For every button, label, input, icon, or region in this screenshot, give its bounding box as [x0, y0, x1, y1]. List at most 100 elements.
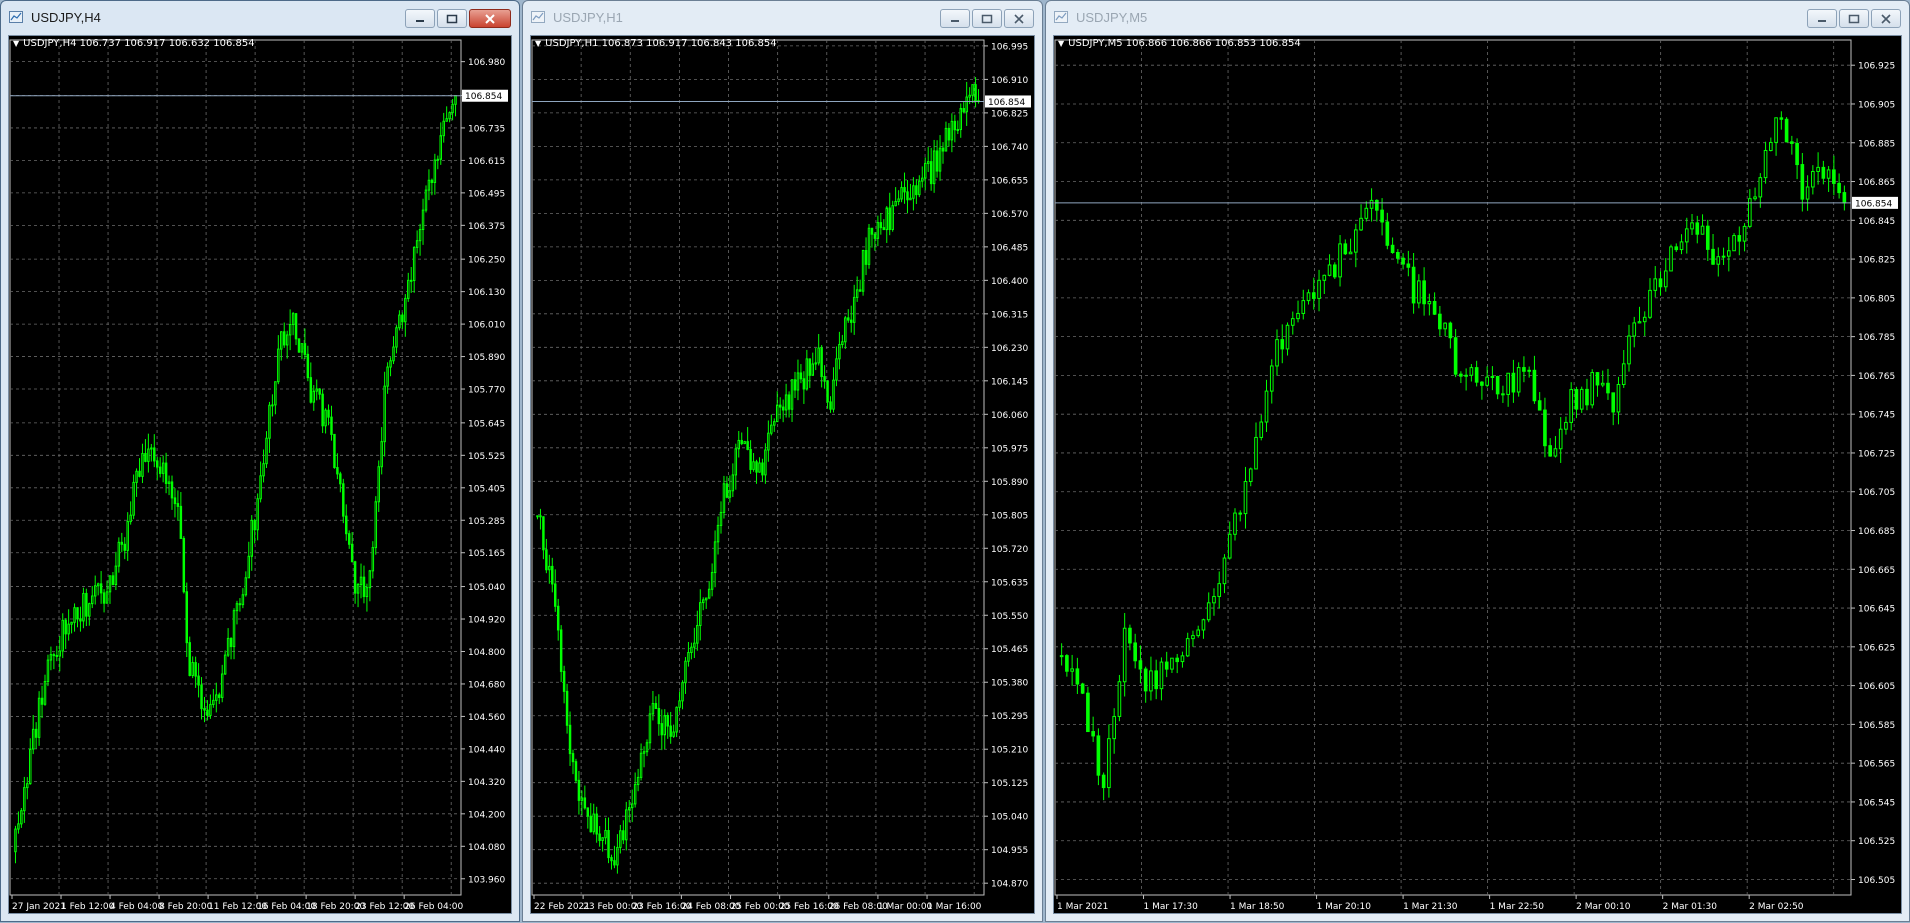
candle-body	[229, 637, 233, 648]
candle-body	[105, 591, 109, 604]
candle-body	[1285, 324, 1290, 350]
candle-body	[73, 607, 76, 623]
candle-body	[1674, 246, 1679, 251]
chart-window-usdjpy-m5[interactable]: USDJPY,M5 106.925 106.905 106.885 106.865 10…	[1045, 0, 1910, 922]
candle-body	[421, 209, 425, 231]
candle-body	[725, 483, 729, 498]
candle-body	[548, 565, 551, 571]
window-titlebar[interactable]: USDJPY,H4	[1, 1, 519, 35]
candle-body	[212, 699, 215, 705]
candle-body	[1159, 661, 1164, 690]
chart-icon	[1054, 11, 1068, 23]
candle-body	[1080, 683, 1085, 694]
candle-body	[17, 823, 20, 830]
bid-price-label: 106.854	[1855, 199, 1892, 209]
y-tick-label: 105.125	[991, 779, 1028, 789]
candle-body	[342, 483, 345, 517]
candle-body	[767, 432, 770, 451]
maximize-button[interactable]	[972, 9, 1002, 28]
window-titlebar[interactable]: USDJPY,M5	[1046, 1, 1909, 35]
minimize-button[interactable]	[405, 9, 435, 28]
candle-body	[734, 448, 738, 476]
candle-body	[215, 694, 218, 701]
candle-body	[218, 694, 221, 698]
candle-body	[1763, 149, 1768, 179]
candle-body	[651, 703, 655, 715]
candle-body	[1348, 251, 1353, 255]
candle-body	[1527, 369, 1531, 372]
candle-body	[339, 473, 342, 485]
chart-window-usdjpy-h1[interactable]: USDJPY,H1 106.995 106.910 106.825 106.740 10…	[522, 0, 1043, 922]
candle-body	[436, 158, 440, 161]
dropdown-triangle-icon[interactable]: ▼	[535, 39, 541, 48]
candle-body	[1070, 668, 1074, 672]
candlestick-chart[interactable]: 106.925 106.905 106.885 106.865 106.845 106.8…	[1054, 36, 1901, 913]
candlestick-chart[interactable]: 106.995 106.910 106.825 106.740 106.655 106.5…	[531, 36, 1034, 913]
plot-frame	[531, 39, 985, 896]
candle-body	[1149, 670, 1153, 692]
candle-body	[454, 95, 457, 105]
maximize-button[interactable]	[437, 9, 467, 28]
y-tick-label: 103.960	[468, 875, 505, 885]
candle-body	[696, 624, 699, 644]
candle-body	[365, 587, 369, 598]
close-button[interactable]	[469, 9, 511, 28]
candle-body	[595, 813, 598, 835]
minimize-button[interactable]	[1807, 9, 1837, 28]
chart-header: ▼ USDJPY,H1 106.873 106.917 106.843 106.8…	[535, 38, 777, 49]
candle-body	[1385, 221, 1390, 246]
candle-body	[185, 591, 189, 644]
candle-body	[571, 753, 575, 763]
candle-body	[1290, 318, 1295, 326]
candle-body	[1832, 169, 1836, 184]
candle-body	[953, 120, 957, 131]
price-chart[interactable]: 106.980106.855106.735106.615106.495106.3…	[8, 35, 512, 914]
candle-body	[244, 577, 248, 596]
dropdown-triangle-icon[interactable]: ▼	[13, 39, 19, 48]
candle-body	[430, 179, 434, 183]
candle-body	[1175, 657, 1180, 663]
candle-body	[1469, 367, 1474, 376]
candle-body	[790, 379, 794, 410]
candle-body	[415, 240, 419, 248]
candle-body	[1427, 301, 1432, 305]
candle-body	[173, 497, 177, 505]
candle-body	[442, 120, 445, 137]
candle-body	[1774, 117, 1778, 143]
candlestick-chart[interactable]: 106.980106.855106.735106.615106.495106.3…	[9, 36, 511, 913]
price-chart[interactable]: 106.995 106.910 106.825 106.740 106.655 106.5…	[530, 35, 1035, 914]
candle-body	[315, 388, 318, 392]
candle-body	[799, 372, 803, 380]
chart-window-usdjpy-h4[interactable]: USDJPY,H4 106.980106.855106.735106.61510…	[0, 0, 520, 922]
dropdown-triangle-icon[interactable]: ▼	[1058, 39, 1064, 48]
candle-body	[959, 108, 962, 131]
candle-body	[681, 682, 684, 702]
candle-body	[915, 185, 918, 196]
y-tick-label: 104.200	[468, 810, 505, 820]
minimize-button[interactable]	[940, 9, 970, 28]
y-tick-label: 105.165	[468, 549, 505, 559]
candle-body	[336, 467, 339, 475]
candle-body	[1180, 655, 1185, 663]
close-button[interactable]	[1004, 9, 1034, 28]
candle-body	[280, 331, 283, 350]
x-tick-label: 4 Feb 04:00	[110, 902, 164, 912]
maximize-button[interactable]	[1839, 9, 1869, 28]
close-button[interactable]	[1871, 9, 1901, 28]
price-chart[interactable]: 106.925 106.905 106.885 106.865 106.845 106.8…	[1053, 35, 1902, 914]
candle-body	[93, 585, 97, 597]
candle-body	[37, 697, 41, 738]
candle-body	[1579, 388, 1584, 410]
candle-body	[885, 207, 888, 231]
candle-body	[1233, 512, 1237, 535]
close-icon	[1881, 13, 1891, 24]
candle-body	[873, 233, 877, 239]
candle-body	[1684, 228, 1689, 243]
candle-body	[1306, 292, 1311, 302]
candle-body	[613, 860, 616, 866]
candle-body	[282, 331, 286, 346]
candle-body	[784, 394, 788, 411]
y-tick-label: 105.890	[991, 478, 1028, 488]
candle-body	[1553, 448, 1558, 457]
window-titlebar[interactable]: USDJPY,H1	[523, 1, 1042, 35]
